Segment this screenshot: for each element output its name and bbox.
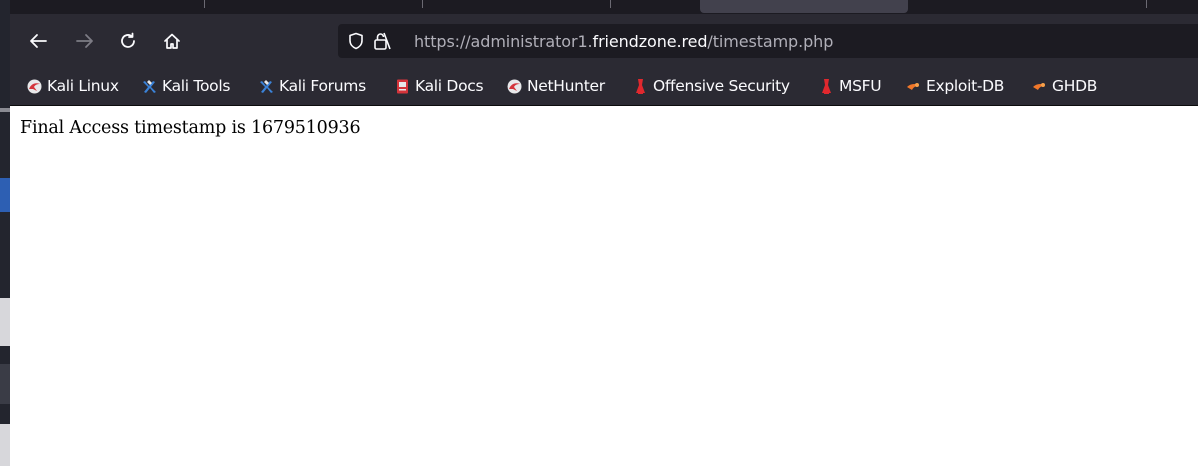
bookmark-label: Exploit-DB (926, 77, 1005, 95)
exploitdb-icon (1031, 78, 1048, 95)
bookmark-label: GHDB (1052, 77, 1098, 95)
bookmark-label: Kali Linux (47, 77, 119, 95)
address-bar[interactable]: https://administrator1.friendzone.red/ti… (338, 24, 1198, 58)
offsec-icon (818, 78, 835, 95)
kali-docs-icon (394, 78, 411, 95)
kali-dragon-icon (26, 78, 43, 95)
tab-separator (422, 0, 423, 8)
bookmark-msfu[interactable]: MSFU (818, 76, 882, 96)
insecure-lock-icon[interactable] (372, 31, 392, 51)
bookmark-kali-forums[interactable]: Kali Forums (258, 76, 366, 96)
active-tab[interactable] (700, 0, 908, 13)
kali-tools-icon (141, 78, 158, 95)
offsec-icon (632, 78, 649, 95)
bookmark-label: Kali Tools (162, 77, 231, 95)
reload-icon (121, 32, 135, 48)
back-button[interactable] (26, 29, 50, 53)
url-path: /timestamp.php (707, 32, 834, 51)
timestamp-text: Final Access timestamp is 1679510936 (20, 118, 361, 138)
exploitdb-icon (905, 78, 922, 95)
back-arrow-icon (30, 34, 47, 48)
bookmark-kali-tools[interactable]: Kali Tools (141, 76, 230, 96)
kali-dragon-icon (506, 78, 523, 95)
bookmark-offensive-security[interactable]: Offensive Security (632, 76, 790, 96)
tab-strip (10, 0, 1198, 14)
navigation-toolbar: https://administrator1.friendzone.red/ti… (10, 14, 1198, 66)
bookmark-label: MSFU (839, 77, 882, 95)
tracking-protection-shield-icon[interactable] (348, 32, 364, 50)
home-button[interactable] (160, 29, 184, 53)
forward-button[interactable] (73, 29, 97, 53)
tab-separator (204, 0, 205, 8)
tab-separator (1146, 0, 1147, 8)
url-text[interactable]: https://administrator1.friendzone.red/ti… (414, 32, 833, 51)
bookmark-nethunter[interactable]: NetHunter (506, 76, 605, 96)
bookmark-label: NetHunter (527, 77, 605, 95)
bookmark-label: Offensive Security (653, 77, 790, 95)
bookmark-label: Kali Docs (415, 77, 484, 95)
home-icon (164, 33, 180, 49)
url-prefix: https://administrator1. (414, 32, 593, 51)
url-domain: friendzone.red (592, 32, 708, 51)
page-content: Final Access timestamp is 1679510936 (10, 106, 1198, 466)
bookmark-kali-linux[interactable]: Kali Linux (26, 76, 119, 96)
bookmark-exploit-db[interactable]: Exploit-DB (905, 76, 1004, 96)
bookmark-ghdb[interactable]: GHDB (1031, 76, 1097, 96)
reload-button[interactable] (116, 29, 140, 53)
bookmark-kali-docs[interactable]: Kali Docs (394, 76, 484, 96)
kali-tools-icon (258, 78, 275, 95)
bookmarks-toolbar: Kali Linux Kali Tools Kali Forums Kali D… (10, 66, 1198, 106)
tab-separator (610, 0, 611, 8)
forward-arrow-icon (76, 34, 93, 48)
desktop-background-strip (0, 0, 10, 466)
bookmark-label: Kali Forums (279, 77, 366, 95)
